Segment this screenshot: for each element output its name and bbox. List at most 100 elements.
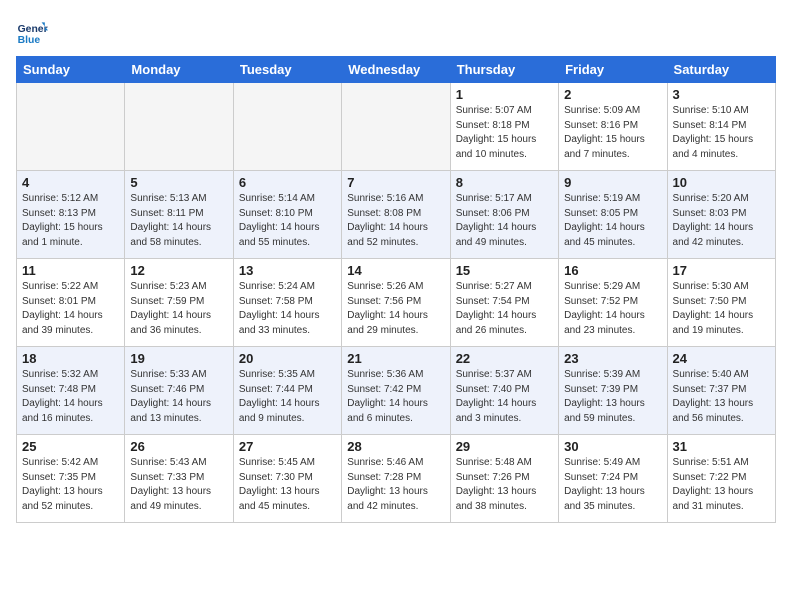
calendar-week-3: 11 Sunrise: 5:22 AMSunset: 8:01 PMDayligh… <box>17 259 776 347</box>
day-number: 26 <box>130 439 227 454</box>
day-number: 15 <box>456 263 553 278</box>
day-info: Sunrise: 5:42 AMSunset: 7:35 PMDaylight:… <box>22 456 119 514</box>
day-info: Sunrise: 5:17 AMSunset: 8:06 PMDaylight:… <box>456 192 553 250</box>
svg-text:General: General <box>18 24 48 35</box>
calendar-table: SundayMondayTuesdayWednesdayThursdayFrid… <box>16 56 776 523</box>
day-info: Sunrise: 5:45 AMSunset: 7:30 PMDaylight:… <box>239 456 336 514</box>
calendar-day: 10Sunrise: 5:20 AMSunset: 8:03 PMDayligh… <box>667 171 775 259</box>
day-number: 9 <box>564 175 661 190</box>
day-info: Sunrise: 5:36 AMSunset: 7:42 PMDaylight:… <box>347 368 444 426</box>
day-number: 13 <box>239 263 336 278</box>
calendar-day: 4Sunrise: 5:12 AMSunset: 8:13 PMDaylight… <box>17 171 125 259</box>
calendar-day: 5 Sunrise: 5:13 AMSunset: 8:11 PMDaylight… <box>125 171 233 259</box>
calendar-week-1: 1 Sunrise: 5:07 AMSunset: 8:18 PMDaylight… <box>17 83 776 171</box>
calendar-header-row: SundayMondayTuesdayWednesdayThursdayFrid… <box>17 57 776 83</box>
calendar-week-2: 4Sunrise: 5:12 AMSunset: 8:13 PMDaylight… <box>17 171 776 259</box>
calendar-day: 26 Sunrise: 5:43 AMSunset: 7:33 PMDayligh… <box>125 435 233 523</box>
svg-text:Blue: Blue <box>18 35 41 46</box>
day-info: Sunrise: 5:07 AMSunset: 8:18 PMDaylight:… <box>456 104 553 162</box>
calendar-day: 24Sunrise: 5:40 AMSunset: 7:37 PMDayligh… <box>667 347 775 435</box>
day-number: 7 <box>347 175 444 190</box>
day-number: 23 <box>564 351 661 366</box>
day-number: 1 <box>456 87 553 102</box>
day-info: Sunrise: 5:33 AMSunset: 7:46 PMDaylight:… <box>130 368 227 426</box>
calendar-day: 11 Sunrise: 5:22 AMSunset: 8:01 PMDayligh… <box>17 259 125 347</box>
calendar-day: 12Sunrise: 5:23 AMSunset: 7:59 PMDayligh… <box>125 259 233 347</box>
day-number: 2 <box>564 87 661 102</box>
day-info: Sunrise: 5:13 AMSunset: 8:11 PMDaylight:… <box>130 192 227 250</box>
day-number: 27 <box>239 439 336 454</box>
calendar-day: 20 Sunrise: 5:35 AMSunset: 7:44 PMDayligh… <box>233 347 341 435</box>
calendar-day: 15 Sunrise: 5:27 AMSunset: 7:54 PMDayligh… <box>450 259 558 347</box>
day-number: 11 <box>22 263 119 278</box>
calendar-day: 9Sunrise: 5:19 AMSunset: 8:05 PMDaylight… <box>559 171 667 259</box>
day-number: 4 <box>22 175 119 190</box>
day-number: 12 <box>130 263 227 278</box>
day-info: Sunrise: 5:46 AMSunset: 7:28 PMDaylight:… <box>347 456 444 514</box>
calendar-header-thursday: Thursday <box>450 57 558 83</box>
calendar-week-4: 18 Sunrise: 5:32 AMSunset: 7:48 PMDayligh… <box>17 347 776 435</box>
day-info: Sunrise: 5:40 AMSunset: 7:37 PMDaylight:… <box>673 368 770 426</box>
calendar-day <box>17 83 125 171</box>
calendar-day: 2 Sunrise: 5:09 AMSunset: 8:16 PMDaylight… <box>559 83 667 171</box>
calendar-day: 27 Sunrise: 5:45 AMSunset: 7:30 PMDayligh… <box>233 435 341 523</box>
calendar-day: 19Sunrise: 5:33 AMSunset: 7:46 PMDayligh… <box>125 347 233 435</box>
calendar-day: 23 Sunrise: 5:39 AMSunset: 7:39 PMDayligh… <box>559 347 667 435</box>
day-info: Sunrise: 5:30 AMSunset: 7:50 PMDaylight:… <box>673 280 770 338</box>
logo: General Blue <box>16 16 52 48</box>
day-info: Sunrise: 5:32 AMSunset: 7:48 PMDaylight:… <box>22 368 119 426</box>
calendar-day: 18 Sunrise: 5:32 AMSunset: 7:48 PMDayligh… <box>17 347 125 435</box>
day-info: Sunrise: 5:35 AMSunset: 7:44 PMDaylight:… <box>239 368 336 426</box>
day-number: 21 <box>347 351 444 366</box>
calendar-day: 28 Sunrise: 5:46 AMSunset: 7:28 PMDayligh… <box>342 435 450 523</box>
day-info: Sunrise: 5:37 AMSunset: 7:40 PMDaylight:… <box>456 368 553 426</box>
day-number: 5 <box>130 175 227 190</box>
day-number: 28 <box>347 439 444 454</box>
day-info: Sunrise: 5:24 AMSunset: 7:58 PMDaylight:… <box>239 280 336 338</box>
day-info: Sunrise: 5:43 AMSunset: 7:33 PMDaylight:… <box>130 456 227 514</box>
calendar-day: 29Sunrise: 5:48 AMSunset: 7:26 PMDayligh… <box>450 435 558 523</box>
day-number: 16 <box>564 263 661 278</box>
calendar-day: 7Sunrise: 5:16 AMSunset: 8:08 PMDaylight… <box>342 171 450 259</box>
calendar-header-monday: Monday <box>125 57 233 83</box>
calendar-day: 22 Sunrise: 5:37 AMSunset: 7:40 PMDayligh… <box>450 347 558 435</box>
day-number: 31 <box>673 439 770 454</box>
day-number: 20 <box>239 351 336 366</box>
calendar-header-friday: Friday <box>559 57 667 83</box>
day-info: Sunrise: 5:22 AMSunset: 8:01 PMDaylight:… <box>22 280 119 338</box>
day-info: Sunrise: 5:29 AMSunset: 7:52 PMDaylight:… <box>564 280 661 338</box>
day-number: 14 <box>347 263 444 278</box>
calendar-header-sunday: Sunday <box>17 57 125 83</box>
calendar-header-tuesday: Tuesday <box>233 57 341 83</box>
calendar-header-saturday: Saturday <box>667 57 775 83</box>
day-number: 17 <box>673 263 770 278</box>
day-number: 6 <box>239 175 336 190</box>
day-number: 10 <box>673 175 770 190</box>
calendar-week-5: 25Sunrise: 5:42 AMSunset: 7:35 PMDayligh… <box>17 435 776 523</box>
logo-icon: General Blue <box>16 16 48 48</box>
day-number: 8 <box>456 175 553 190</box>
calendar-day: 1 Sunrise: 5:07 AMSunset: 8:18 PMDaylight… <box>450 83 558 171</box>
day-info: Sunrise: 5:10 AMSunset: 8:14 PMDaylight:… <box>673 104 770 162</box>
day-number: 18 <box>22 351 119 366</box>
day-number: 30 <box>564 439 661 454</box>
calendar-day: 21 Sunrise: 5:36 AMSunset: 7:42 PMDayligh… <box>342 347 450 435</box>
calendar-day: 16 Sunrise: 5:29 AMSunset: 7:52 PMDayligh… <box>559 259 667 347</box>
day-info: Sunrise: 5:26 AMSunset: 7:56 PMDaylight:… <box>347 280 444 338</box>
calendar-day: 31Sunrise: 5:51 AMSunset: 7:22 PMDayligh… <box>667 435 775 523</box>
day-info: Sunrise: 5:14 AMSunset: 8:10 PMDaylight:… <box>239 192 336 250</box>
page-header: General Blue <box>16 16 776 48</box>
day-number: 22 <box>456 351 553 366</box>
day-info: Sunrise: 5:27 AMSunset: 7:54 PMDaylight:… <box>456 280 553 338</box>
day-info: Sunrise: 5:09 AMSunset: 8:16 PMDaylight:… <box>564 104 661 162</box>
day-info: Sunrise: 5:48 AMSunset: 7:26 PMDaylight:… <box>456 456 553 514</box>
calendar-day <box>125 83 233 171</box>
calendar-day <box>342 83 450 171</box>
calendar-day: 8 Sunrise: 5:17 AMSunset: 8:06 PMDaylight… <box>450 171 558 259</box>
day-number: 3 <box>673 87 770 102</box>
day-info: Sunrise: 5:39 AMSunset: 7:39 PMDaylight:… <box>564 368 661 426</box>
calendar-day: 17 Sunrise: 5:30 AMSunset: 7:50 PMDayligh… <box>667 259 775 347</box>
calendar-day: 3 Sunrise: 5:10 AMSunset: 8:14 PMDaylight… <box>667 83 775 171</box>
calendar-day <box>233 83 341 171</box>
calendar-day: 13 Sunrise: 5:24 AMSunset: 7:58 PMDayligh… <box>233 259 341 347</box>
